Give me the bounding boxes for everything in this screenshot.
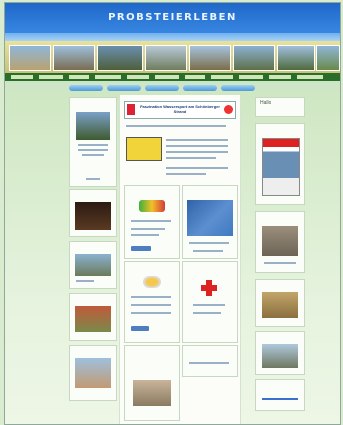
main-content: Faszination Wassersport am Schönberger S… bbox=[119, 95, 241, 424]
center-box-left-1 bbox=[124, 185, 180, 259]
site-title[interactable]: PROBSTEIERLEBEN bbox=[5, 12, 340, 23]
nav-item[interactable] bbox=[297, 75, 323, 79]
nav-item[interactable] bbox=[185, 75, 205, 79]
team-photo[interactable] bbox=[76, 112, 110, 140]
ad-banner[interactable]: Faszination Wassersport am Schönberger S… bbox=[124, 101, 236, 119]
sub-tab[interactable] bbox=[221, 85, 255, 91]
header-photo-strip bbox=[5, 41, 340, 73]
right-box-5 bbox=[255, 379, 305, 411]
banner-sea bbox=[5, 33, 340, 41]
left-box-3 bbox=[69, 241, 117, 289]
header-photo bbox=[316, 45, 340, 71]
nav-item[interactable] bbox=[239, 75, 263, 79]
nav-item[interactable] bbox=[95, 75, 121, 79]
right-box-3 bbox=[255, 279, 305, 327]
nav-item[interactable] bbox=[11, 75, 33, 79]
more-button[interactable] bbox=[131, 246, 151, 251]
sub-tab[interactable] bbox=[145, 85, 179, 91]
sub-tab[interactable] bbox=[107, 85, 141, 91]
header-photo bbox=[9, 45, 51, 71]
header-photo bbox=[277, 45, 315, 71]
weather-button[interactable] bbox=[131, 326, 149, 331]
red-cross-icon bbox=[201, 280, 217, 296]
photo-thumb[interactable] bbox=[75, 358, 111, 388]
map-image[interactable] bbox=[187, 200, 233, 236]
nav-item[interactable] bbox=[155, 75, 179, 79]
main-navigation bbox=[5, 73, 340, 81]
ad-banner-text: Faszination Wassersport am Schönberger S… bbox=[140, 104, 220, 114]
weather-icon bbox=[143, 276, 161, 288]
hello-label: Hallo bbox=[260, 100, 272, 106]
header-photo bbox=[233, 45, 275, 71]
page-frame: PROBSTEIERLEBEN Faszination Wassersport … bbox=[4, 2, 341, 425]
right-hello-box: Hallo bbox=[255, 97, 305, 117]
center-box-left-3 bbox=[124, 345, 180, 421]
left-box-1 bbox=[69, 97, 117, 187]
photo-thumb[interactable] bbox=[262, 344, 298, 368]
nav-item[interactable] bbox=[39, 75, 63, 79]
photo-thumb[interactable] bbox=[262, 292, 298, 318]
yellow-card-image[interactable] bbox=[126, 137, 162, 161]
newspaper-image[interactable] bbox=[262, 138, 300, 196]
left-box-4 bbox=[69, 293, 117, 341]
photo-thumb[interactable] bbox=[133, 380, 171, 406]
left-box-5 bbox=[69, 345, 117, 401]
site-banner: PROBSTEIERLEBEN bbox=[5, 3, 340, 41]
header-photo bbox=[53, 45, 95, 71]
photo-thumb[interactable] bbox=[262, 226, 298, 256]
right-box-2 bbox=[255, 211, 305, 273]
sub-tabs bbox=[5, 81, 340, 95]
photo-thumb[interactable] bbox=[75, 202, 111, 230]
left-box-2 bbox=[69, 189, 117, 237]
header-photo bbox=[97, 45, 143, 71]
sub-tab[interactable] bbox=[69, 85, 103, 91]
logo-icon bbox=[139, 200, 165, 212]
header-photo bbox=[189, 45, 231, 71]
right-box-4 bbox=[255, 331, 305, 375]
header-photo bbox=[145, 45, 187, 71]
nav-item[interactable] bbox=[127, 75, 149, 79]
right-box-1 bbox=[255, 123, 305, 205]
sub-tab[interactable] bbox=[183, 85, 217, 91]
center-box-right-2 bbox=[182, 261, 238, 343]
photo-thumb[interactable] bbox=[75, 306, 111, 332]
photo-thumb[interactable] bbox=[75, 254, 111, 276]
center-box-left-2 bbox=[124, 261, 180, 343]
nav-item[interactable] bbox=[269, 75, 291, 79]
center-box-right-3 bbox=[182, 345, 238, 377]
center-box-right-1 bbox=[182, 185, 238, 259]
nav-item[interactable] bbox=[69, 75, 89, 79]
nav-item[interactable] bbox=[211, 75, 233, 79]
